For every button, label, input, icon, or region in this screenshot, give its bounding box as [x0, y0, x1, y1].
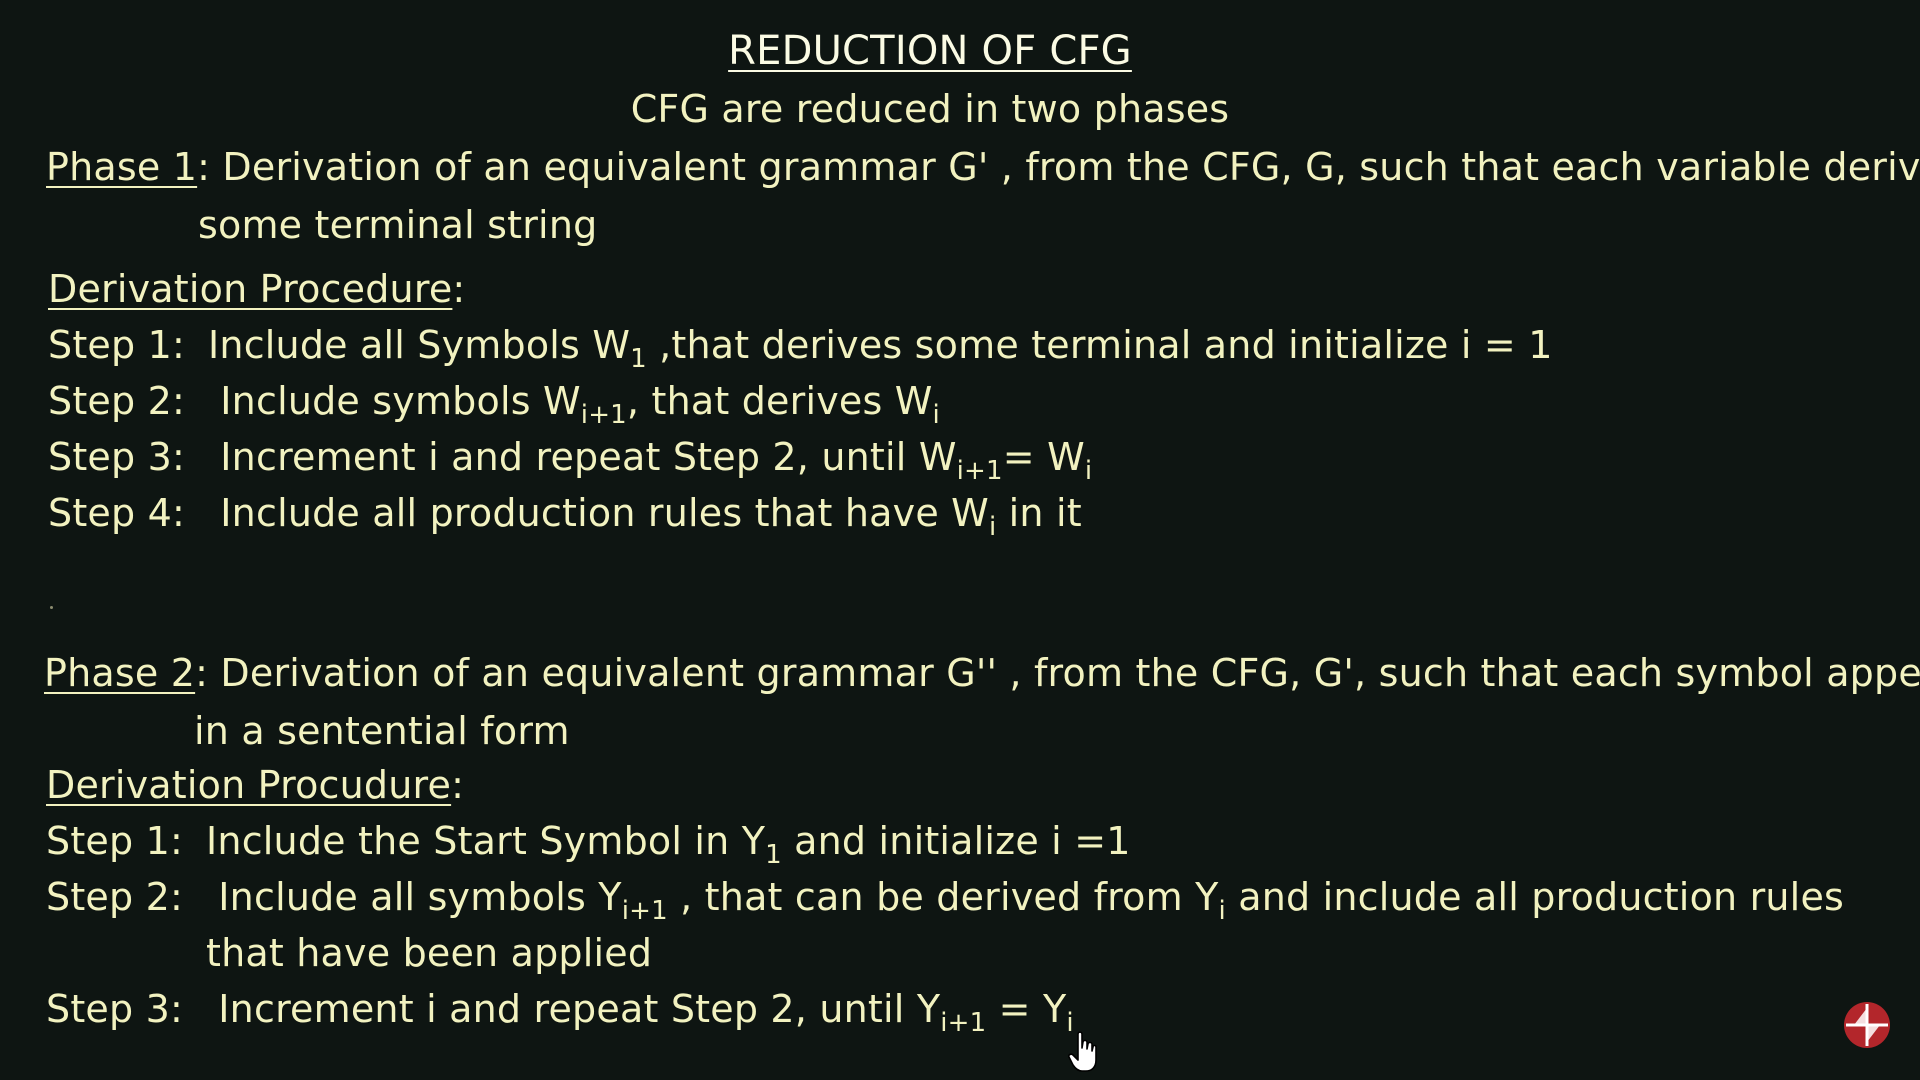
step-text: in it [996, 491, 1082, 535]
phase1-step-4: Step 4: Include all production rules tha… [48, 490, 1082, 540]
subscript: i+1 [956, 456, 1003, 486]
phase1-procedure-label: Derivation Procedure [48, 267, 453, 311]
step-label: Step 1: [48, 323, 185, 367]
subscript: i+1 [621, 896, 668, 926]
phase2-step-2-continuation: that have been applied [206, 931, 653, 975]
phase1-heading: Phase 1: Derivation of an equivalent gra… [46, 144, 1920, 190]
step-text: , that can be derived from Y [667, 875, 1219, 919]
subscript: i [932, 400, 940, 430]
phase2-label: Phase 2 [44, 651, 196, 695]
subscript: 1 [630, 344, 647, 374]
phase1-desc-line2: some terminal string [198, 203, 598, 247]
slide-subtitle: CFG are reduced in two phases [630, 87, 1230, 131]
phase2-procedure-heading: Derivation Procudure: [46, 762, 464, 808]
subscript: 1 [765, 840, 782, 870]
step-text: ,that derives some terminal and initiali… [646, 323, 1553, 367]
phase2-colon: : [195, 651, 209, 695]
step-text: and initialize i =1 [781, 819, 1131, 863]
step-text: Include all Symbols W [208, 323, 631, 367]
step-text: and include all production rules [1225, 875, 1845, 919]
chalkboard-slide: REDUCTION OF CFG CFG are reduced in two … [0, 0, 1920, 1080]
phase2-desc-line2: in a sentential form [194, 709, 570, 753]
step-text: , that derives W [626, 379, 933, 423]
step-text: Include symbols W [208, 379, 581, 423]
step-label: Step 2: [48, 379, 185, 423]
subscript: i+1 [940, 1008, 987, 1038]
step-label: Step 2: [46, 875, 183, 919]
phase1-label: Phase 1 [46, 145, 198, 189]
phase1-colon: : [197, 145, 211, 189]
logo-icon [1844, 1002, 1890, 1048]
subscript: i+1 [580, 400, 627, 430]
hand-cursor-icon [1068, 1031, 1097, 1072]
step-text: Include all production rules that have W [208, 491, 989, 535]
phase1-step-3: Step 3: Increment i and repeat Step 2, u… [48, 434, 1092, 484]
step-label: Step 3: [48, 435, 185, 479]
phase2-desc-line1: Derivation of an equivalent grammar G'' … [208, 651, 1920, 695]
chalk-dot [50, 606, 53, 609]
phase1-step-2: Step 2: Include symbols Wi+1, that deriv… [48, 378, 940, 428]
phase1-procedure-heading: Derivation Procedure: [48, 266, 465, 312]
step-text: Include all symbols Y [206, 875, 622, 919]
phase2-procedure-label: Derivation Procudure [46, 763, 452, 807]
step-label: Step 1: [46, 819, 183, 863]
subscript: i [1218, 896, 1226, 926]
phase1-desc-line1: Derivation of an equivalent grammar G' ,… [210, 145, 1920, 189]
step-text: = W [1002, 435, 1085, 479]
slide-title: REDUCTION OF CFG [728, 28, 1132, 74]
step-text: Increment i and repeat Step 2, until W [208, 435, 957, 479]
subscript: i [1084, 456, 1093, 486]
step-label: Step 4: [48, 491, 185, 535]
phase2-heading: Phase 2: Derivation of an equivalent gra… [44, 650, 1920, 696]
phase2-step-1: Step 1: Include the Start Symbol in Y1 an… [46, 818, 1131, 868]
step-text: = Y [986, 987, 1067, 1031]
phase2-step-3: Step 3: Increment i and repeat Step 2, u… [46, 986, 1074, 1036]
step-text: Include the Start Symbol in Y [206, 819, 766, 863]
phase1-procedure-colon: : [452, 267, 466, 311]
phase2-procedure-colon: : [451, 763, 465, 807]
step-label: Step 3: [46, 987, 183, 1031]
phase1-step-1: Step 1: Include all Symbols W1 ,that deri… [48, 322, 1553, 372]
step-text: Increment i and repeat Step 2, until Y [206, 987, 941, 1031]
phase2-step-2: Step 2: Include all symbols Yi+1 , that … [46, 874, 1845, 924]
